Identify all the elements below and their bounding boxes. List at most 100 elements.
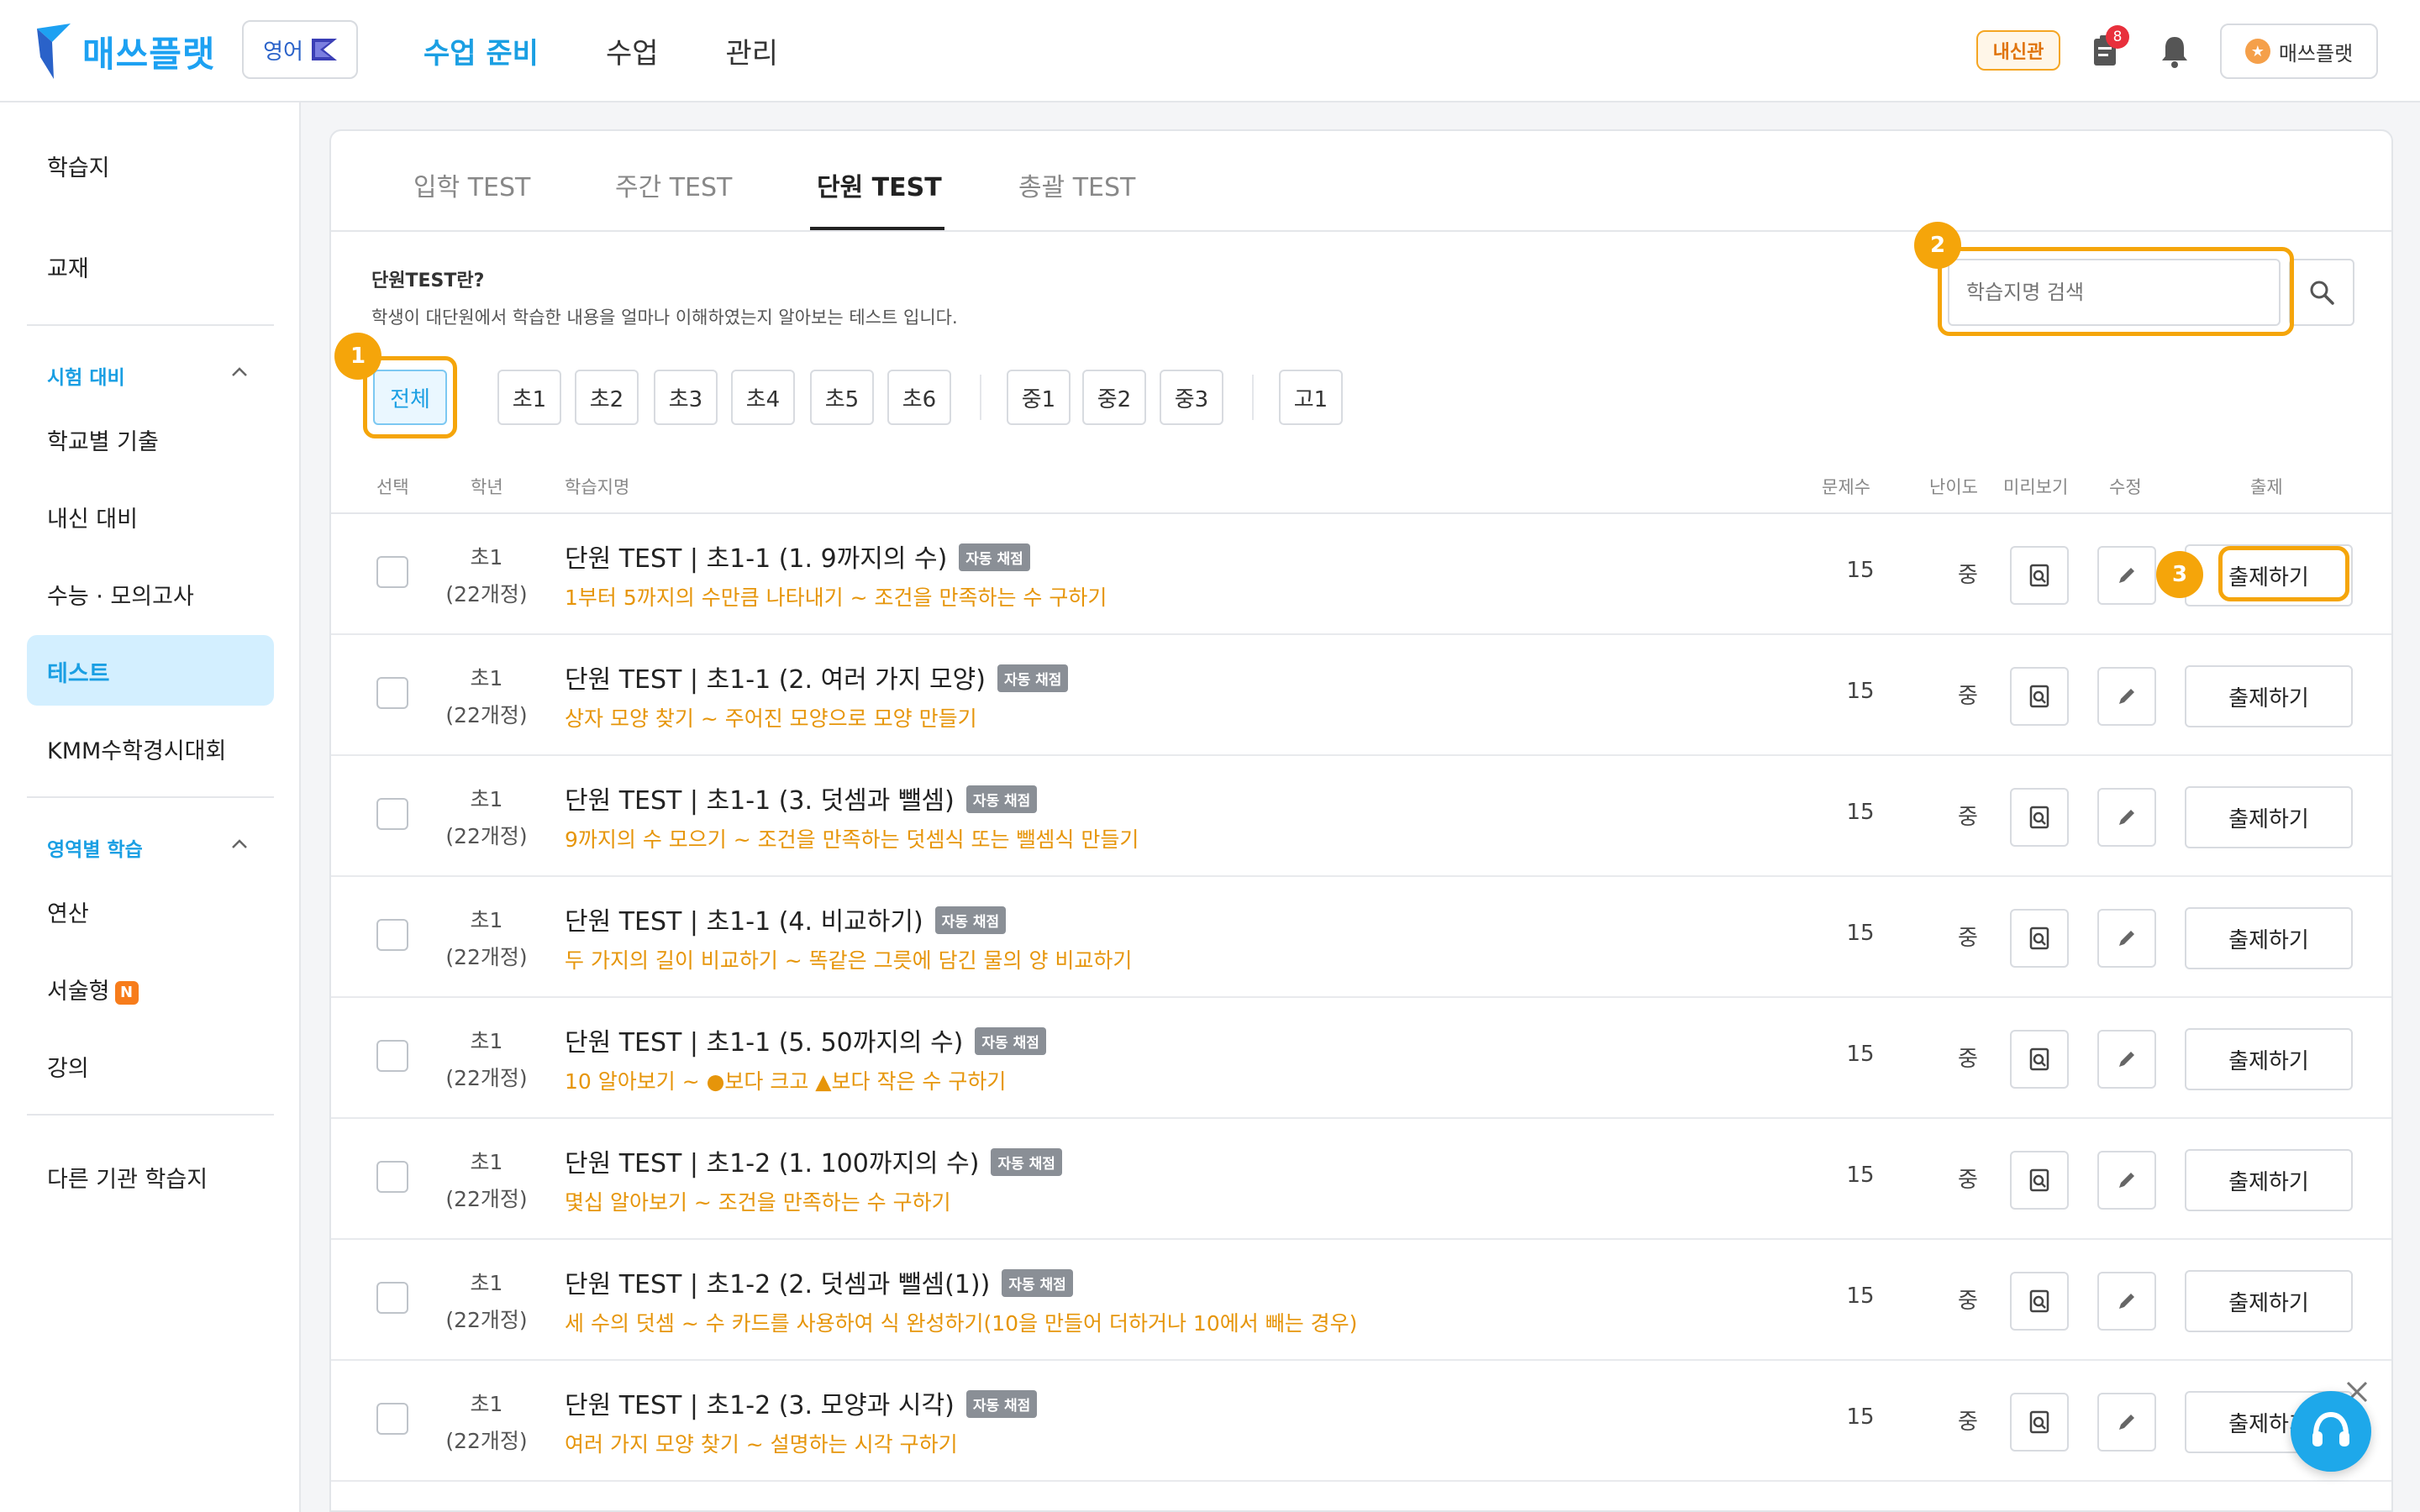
filter-grade-e5[interactable]: 초5 bbox=[810, 370, 874, 425]
sidebar-item-mock-exam[interactable]: 수능 · 모의고사 bbox=[47, 578, 194, 611]
edit-button[interactable] bbox=[2097, 1272, 2156, 1331]
sidebar-item-textbook[interactable]: 교재 bbox=[47, 250, 89, 283]
row-checkbox[interactable] bbox=[376, 1161, 408, 1193]
nav-class[interactable]: 수업 bbox=[606, 30, 659, 71]
row-checkbox[interactable] bbox=[376, 1040, 408, 1072]
sidebar-item-calc[interactable]: 연산 bbox=[47, 895, 89, 928]
filter-grade-m1[interactable]: 중1 bbox=[1007, 370, 1071, 425]
step-marker-1: 1 bbox=[334, 333, 381, 380]
row-difficulty: 중 bbox=[1958, 805, 1978, 830]
row-title[interactable]: 단원 TEST | 초1-1 (3. 덧셈과 뺄셈) 자동 채점 bbox=[565, 780, 1038, 816]
filter-grade-m2[interactable]: 중2 bbox=[1082, 370, 1146, 425]
row-title[interactable]: 단원 TEST | 초1-1 (2. 여러 가지 모양) 자동 채점 bbox=[565, 659, 1069, 696]
nav-manage[interactable]: 관리 bbox=[726, 30, 779, 71]
row-subtitle: 9까지의 수 모으기 ~ 조건을 만족하는 덧셈식 또는 뺄셈식 만들기 bbox=[565, 827, 1139, 852]
edit-button[interactable] bbox=[2097, 667, 2156, 726]
sidebar-item-school-exams[interactable]: 학교별 기출 bbox=[47, 423, 159, 456]
row-title[interactable]: 단원 TEST | 초1-1 (5. 50까지의 수) 자동 채점 bbox=[565, 1021, 1046, 1058]
row-title[interactable]: 단원 TEST | 초1-2 (2. 덧셈과 뺄셈(1)) 자동 채점 bbox=[565, 1263, 1073, 1300]
row-title[interactable]: 단원 TEST | 초1-1 (1. 9까지의 수) 자동 채점 bbox=[565, 538, 1030, 575]
edit-button[interactable] bbox=[2097, 1393, 2156, 1452]
user-menu-button[interactable]: ★ 매쓰플랫 bbox=[2220, 24, 2378, 79]
search-button[interactable] bbox=[2289, 259, 2354, 326]
school-badge[interactable]: 내신관 bbox=[1976, 30, 2060, 71]
row-question-count: 15 bbox=[1846, 558, 1875, 583]
search-icon bbox=[2310, 281, 2334, 305]
issue-button[interactable]: 출제하기 bbox=[2185, 1028, 2353, 1090]
headset-icon bbox=[2312, 1411, 2349, 1446]
sidebar-section-area[interactable]: 영역별 학습 bbox=[47, 833, 143, 862]
preview-button[interactable] bbox=[2010, 546, 2069, 605]
sidebar-section-exam[interactable]: 시험 대비 bbox=[47, 361, 125, 390]
preview-button[interactable] bbox=[2010, 667, 2069, 726]
sidebar-divider bbox=[27, 1114, 274, 1116]
chevron-up-icon[interactable] bbox=[230, 366, 249, 378]
row-checkbox[interactable] bbox=[376, 1403, 408, 1435]
row-title[interactable]: 단원 TEST | 초1-2 (3. 모양과 시각) 자동 채점 bbox=[565, 1384, 1038, 1421]
issue-button[interactable]: 출제하기 bbox=[2185, 1149, 2353, 1211]
row-difficulty: 중 bbox=[1958, 926, 1978, 951]
filter-grade-e4[interactable]: 초4 bbox=[731, 370, 795, 425]
edit-button[interactable] bbox=[2097, 546, 2156, 605]
filter-grade-h1[interactable]: 고1 bbox=[1279, 370, 1343, 425]
row-subtitle: 1부터 5까지의 수만큼 나타내기 ~ 조건을 만족하는 수 구하기 bbox=[565, 585, 1107, 610]
help-chat-button[interactable] bbox=[2291, 1391, 2371, 1472]
row-curriculum: (22개정) bbox=[445, 1308, 528, 1332]
preview-button[interactable] bbox=[2010, 1030, 2069, 1089]
row-checkbox[interactable] bbox=[376, 919, 408, 951]
step-marker-2: 2 bbox=[1914, 222, 1961, 269]
tab-unit-test[interactable]: 단원 TEST bbox=[817, 166, 942, 203]
sidebar-item-school-prep[interactable]: 내신 대비 bbox=[47, 501, 138, 533]
sidebar-item-essay-label: 서술형 bbox=[47, 979, 110, 1005]
issue-button[interactable]: 출제하기 bbox=[2185, 665, 2353, 727]
filter-grade-e1[interactable]: 초1 bbox=[497, 370, 561, 425]
edit-button[interactable] bbox=[2097, 1030, 2156, 1089]
edit-button[interactable] bbox=[2097, 1151, 2156, 1210]
preview-button[interactable] bbox=[2010, 788, 2069, 847]
row-question-count: 15 bbox=[1846, 1163, 1875, 1188]
logo[interactable]: 매쓰플랫 bbox=[37, 22, 216, 81]
row-question-count: 15 bbox=[1846, 921, 1875, 946]
issue-button[interactable]: 출제하기 bbox=[2185, 907, 2353, 969]
tab-weekly-test[interactable]: 주간 TEST bbox=[615, 166, 732, 203]
bell-icon[interactable] bbox=[2158, 34, 2191, 69]
preview-button[interactable] bbox=[2010, 1272, 2069, 1331]
row-checkbox[interactable] bbox=[376, 556, 408, 588]
preview-button[interactable] bbox=[2010, 1151, 2069, 1210]
preview-icon bbox=[2029, 1047, 2049, 1071]
sidebar-item-kmm[interactable]: KMM수학경시대회 bbox=[47, 732, 226, 765]
top-header: 매쓰플랫 영어 수업 준비 수업 관리 내신관 8 ★ 매쓰플랫 bbox=[0, 0, 2420, 102]
new-badge: N bbox=[114, 980, 139, 1005]
main-card: 입학 TEST 주간 TEST 단원 TEST 총괄 TEST 단원TEST란?… bbox=[329, 129, 2393, 1512]
issue-button[interactable]: 출제하기 bbox=[2185, 786, 2353, 848]
nav-class-prep[interactable]: 수업 준비 bbox=[424, 30, 539, 71]
sidebar-item-other-worksheets[interactable]: 다른 기관 학습지 bbox=[47, 1161, 208, 1194]
sidebar-item-worksheet[interactable]: 학습지 bbox=[47, 150, 110, 182]
row-question-count: 15 bbox=[1846, 1404, 1875, 1430]
row-title[interactable]: 단원 TEST | 초1-1 (4. 비교하기) 자동 채점 bbox=[565, 900, 1007, 937]
filter-grade-e3[interactable]: 초3 bbox=[654, 370, 718, 425]
sidebar-item-essay[interactable]: 서술형 N bbox=[47, 973, 139, 1005]
filter-grade-m3[interactable]: 중3 bbox=[1160, 370, 1223, 425]
sidebar-divider bbox=[27, 796, 274, 798]
issue-button[interactable]: 출제하기 bbox=[2185, 1270, 2353, 1332]
edit-button[interactable] bbox=[2097, 788, 2156, 847]
edit-button[interactable] bbox=[2097, 909, 2156, 968]
preview-button[interactable] bbox=[2010, 909, 2069, 968]
row-checkbox[interactable] bbox=[376, 798, 408, 830]
table-row: 초1 (22개정) 단원 TEST | 초1-1 (5. 50까지의 수) 자동 채점… bbox=[331, 998, 2391, 1119]
table-row: 초1 (22개정) 단원 TEST | 초1-1 (4. 비교하기) 자동 채점 두 가… bbox=[331, 877, 2391, 998]
row-title[interactable]: 단원 TEST | 초1-2 (1. 100까지의 수) 자동 채점 bbox=[565, 1142, 1062, 1179]
row-checkbox[interactable] bbox=[376, 1282, 408, 1314]
preview-button[interactable] bbox=[2010, 1393, 2069, 1452]
row-difficulty: 중 bbox=[1958, 1410, 1978, 1435]
filter-grade-e2[interactable]: 초2 bbox=[575, 370, 639, 425]
filter-grade-e6[interactable]: 초6 bbox=[887, 370, 951, 425]
chevron-up-icon[interactable] bbox=[230, 838, 249, 850]
pencil-icon bbox=[2119, 689, 2134, 704]
tab-summary-test[interactable]: 총괄 TEST bbox=[1018, 166, 1135, 203]
sidebar-item-lecture[interactable]: 강의 bbox=[47, 1050, 89, 1083]
language-selector[interactable]: 영어 bbox=[242, 20, 358, 79]
row-checkbox[interactable] bbox=[376, 677, 408, 709]
tab-entrance-test[interactable]: 입학 TEST bbox=[413, 166, 530, 203]
